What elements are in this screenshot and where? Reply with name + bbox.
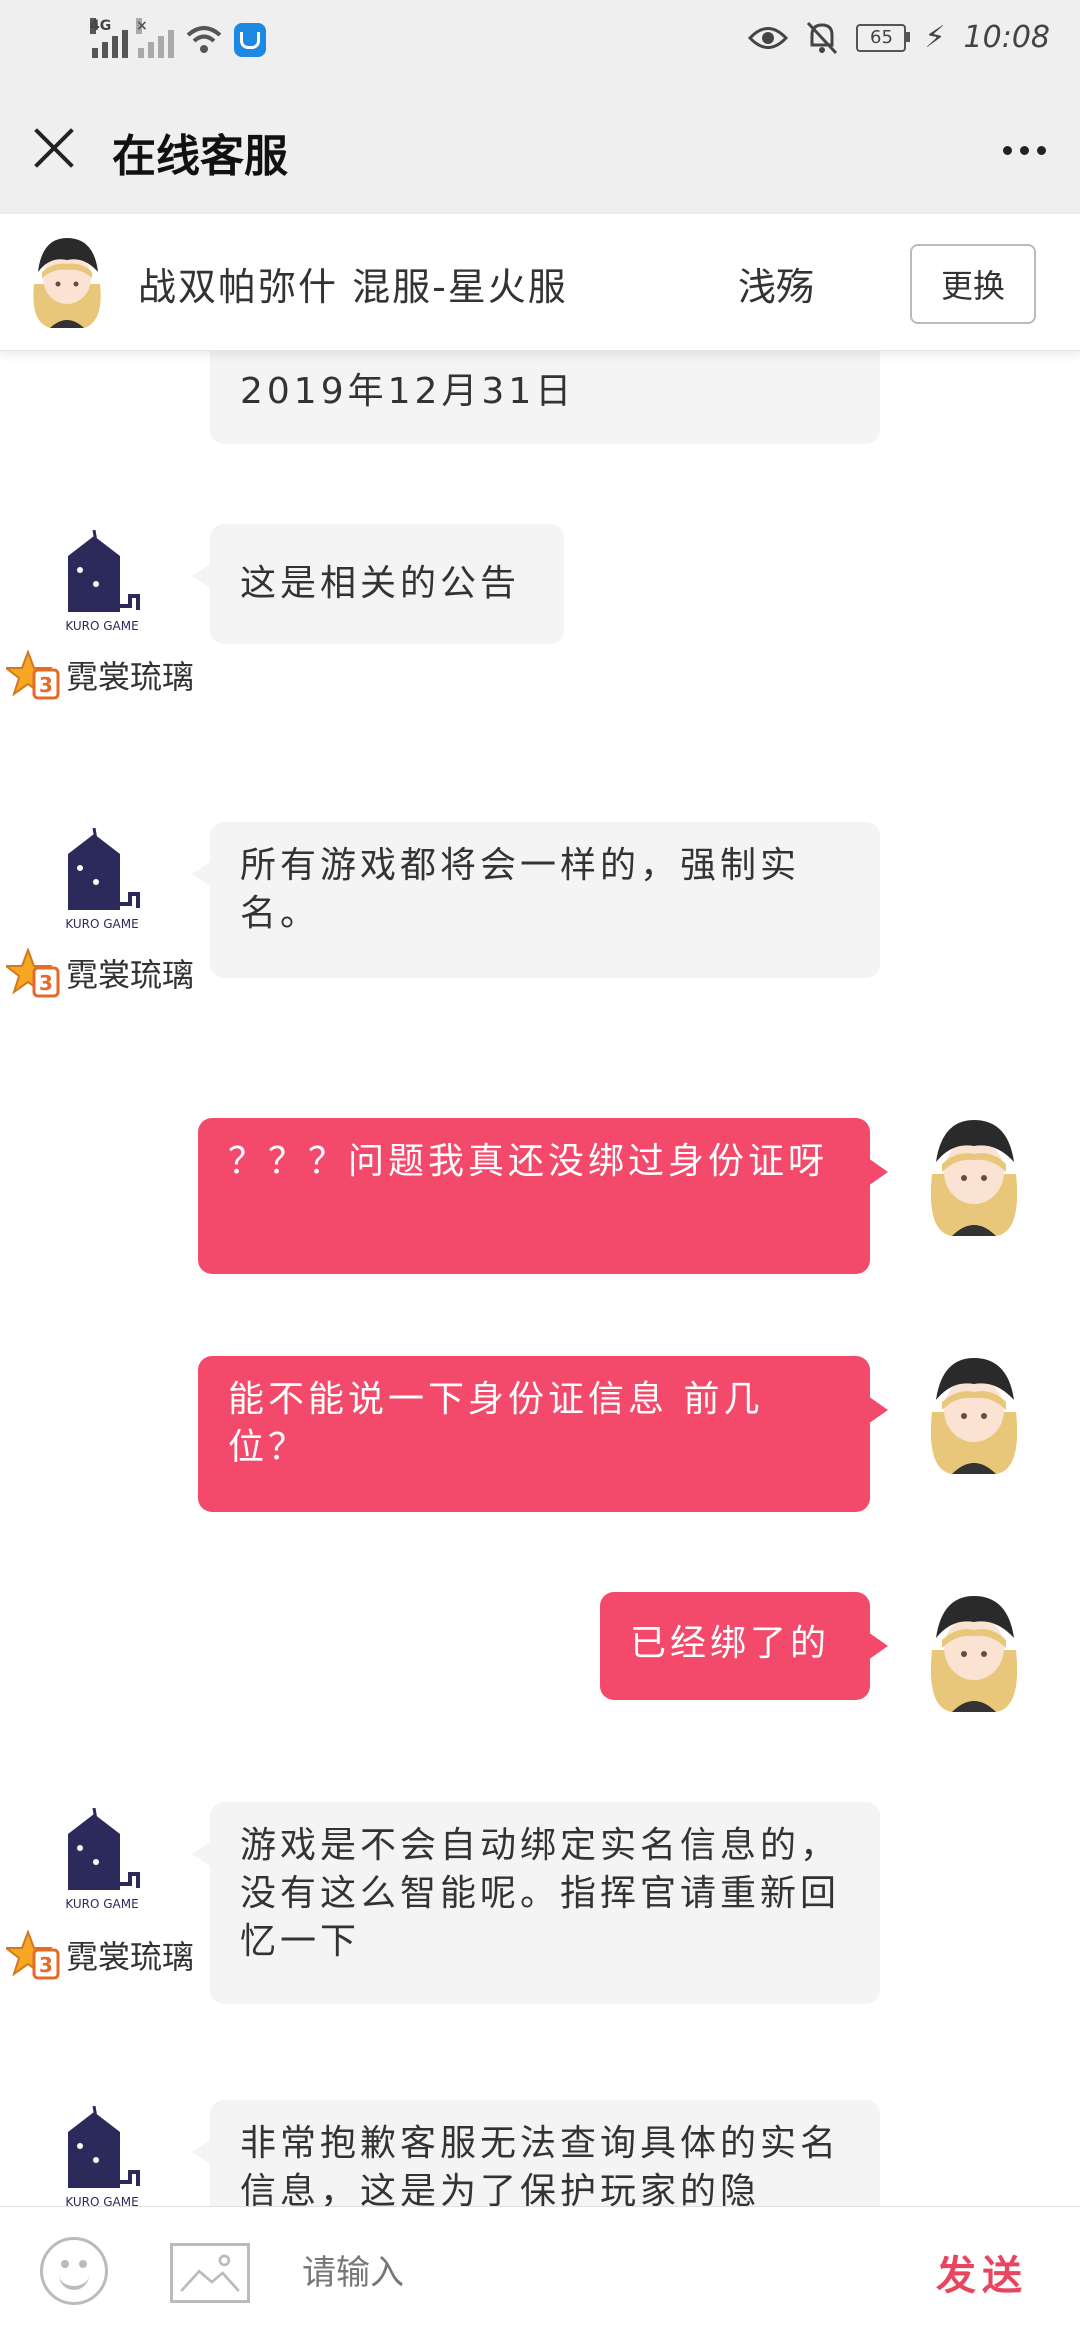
agent-avatar-kuro-logo: KURO GAME <box>65 828 140 931</box>
svg-text:KURO GAME: KURO GAME <box>65 2195 138 2206</box>
star-badge-icon: 3 <box>6 948 60 998</box>
message-bubble-user: ？？？问题我真还没绑过身份证呀 <box>198 1118 888 1274</box>
title-bar: 在线客服 <box>0 84 1080 214</box>
wifi-icon <box>186 26 222 53</box>
account-name: 战双帕弥什 混服-星火服 <box>138 265 568 309</box>
battery-icon: 65 <box>856 23 911 52</box>
message-text: 游戏是不会自动绑定实名信息的，没有这么智能呢。指挥官请重新回忆一下 <box>240 1825 841 1962</box>
agent-avatar-kuro-logo: KURO GAME <box>65 2106 140 2206</box>
status-bar: 4G × 65 ⚡ 10:08 <box>0 0 1080 84</box>
account-bar: 战双帕弥什 混服-星火服 浅殇 更换 <box>0 214 1080 351</box>
agent-name-label: 3 霓裳琉璃 <box>6 1930 194 1980</box>
message-text: 这是相关的公告 <box>240 563 521 604</box>
signal-4g-icon: 4G <box>90 18 128 58</box>
image-icon[interactable] <box>170 2243 250 2303</box>
message-bubble-user: 能不能说一下身份证信息 前几位？ <box>198 1356 888 1512</box>
svg-text:KURO GAME: KURO GAME <box>65 917 138 931</box>
signal-no-service-icon: × <box>136 18 174 58</box>
send-button[interactable]: 发送 <box>936 2243 1028 2301</box>
charging-icon: ⚡ <box>924 20 946 55</box>
input-bar: 发送 <box>0 2206 1080 2341</box>
agent-name-label: 3 霓裳琉璃 <box>6 948 194 998</box>
battery-level: 65 <box>870 27 893 48</box>
status-left: 4G × <box>90 18 266 58</box>
security-shield-icon <box>234 23 266 57</box>
message-text: 所有游戏都将会一样的，强制实名。 <box>240 845 801 934</box>
message-text: 2019年12月31日 <box>240 371 576 412</box>
svg-text:KURO GAME: KURO GAME <box>65 619 138 633</box>
agent-name: 霓裳琉璃 <box>66 956 195 994</box>
agent-avatar-kuro-logo: KURO GAME <box>65 530 140 633</box>
status-right: 65 ⚡ 10:08 <box>748 20 1050 55</box>
agent-name: 霓裳琉璃 <box>66 1938 195 1976</box>
message-bubble-agent: 非常抱歉客服无法查询具体的实名信息，这是为了保护玩家的隐 <box>192 2100 880 2206</box>
agent-name-label: 3 霓裳琉璃 <box>6 650 194 700</box>
message-text: 非常抱歉客服无法查询具体的实名信息，这是为了保护玩家的隐 <box>240 2123 841 2206</box>
svg-text:3: 3 <box>39 1953 53 1977</box>
message-text: ？？？问题我真还没绑过身份证呀 <box>228 1141 829 1182</box>
star-badge-icon: 3 <box>6 1930 60 1980</box>
message-bubble-agent: 游戏是不会自动绑定实名信息的，没有这么智能呢。指挥官请重新回忆一下 <box>192 1802 880 2004</box>
message-bubble-agent: 所有游戏都将会一样的，强制实名。 <box>192 822 880 978</box>
close-icon[interactable] <box>32 126 76 170</box>
page-title: 在线客服 <box>112 131 288 182</box>
character-name: 浅殇 <box>738 265 815 309</box>
agent-avatar-kuro-logo: KURO GAME <box>65 1808 140 1911</box>
message-bubble-agent: 这是相关的公告 <box>192 524 564 644</box>
agent-name: 霓裳琉璃 <box>66 658 195 696</box>
user-avatar <box>930 1120 1018 1236</box>
mute-bell-icon <box>807 21 838 54</box>
message-bubble-user: 已经绑了的 <box>600 1592 888 1700</box>
message-input[interactable] <box>300 2237 864 2309</box>
svg-text:KURO GAME: KURO GAME <box>65 1897 138 1911</box>
user-avatar <box>930 1358 1018 1474</box>
emoji-icon[interactable] <box>40 2237 108 2305</box>
svg-text:3: 3 <box>39 673 53 697</box>
change-button[interactable]: 更换 <box>910 244 1036 324</box>
message-bubble-agent: 2019年12月31日 <box>210 350 880 444</box>
chat-area[interactable]: 2019年12月31日 KURO GAME 这是相关的公告 3 霓裳琉璃 KUR… <box>0 350 1080 2206</box>
user-avatar <box>930 1596 1018 1712</box>
svg-text:3: 3 <box>39 971 53 995</box>
message-text: 能不能说一下身份证信息 前几位？ <box>228 1379 764 1468</box>
eye-icon <box>748 26 789 49</box>
message-text: 已经绑了的 <box>630 1623 831 1664</box>
user-avatar <box>33 238 101 328</box>
status-time: 10:08 <box>963 20 1050 55</box>
star-badge-icon: 3 <box>6 650 60 700</box>
more-options-icon[interactable] <box>1003 146 1046 155</box>
